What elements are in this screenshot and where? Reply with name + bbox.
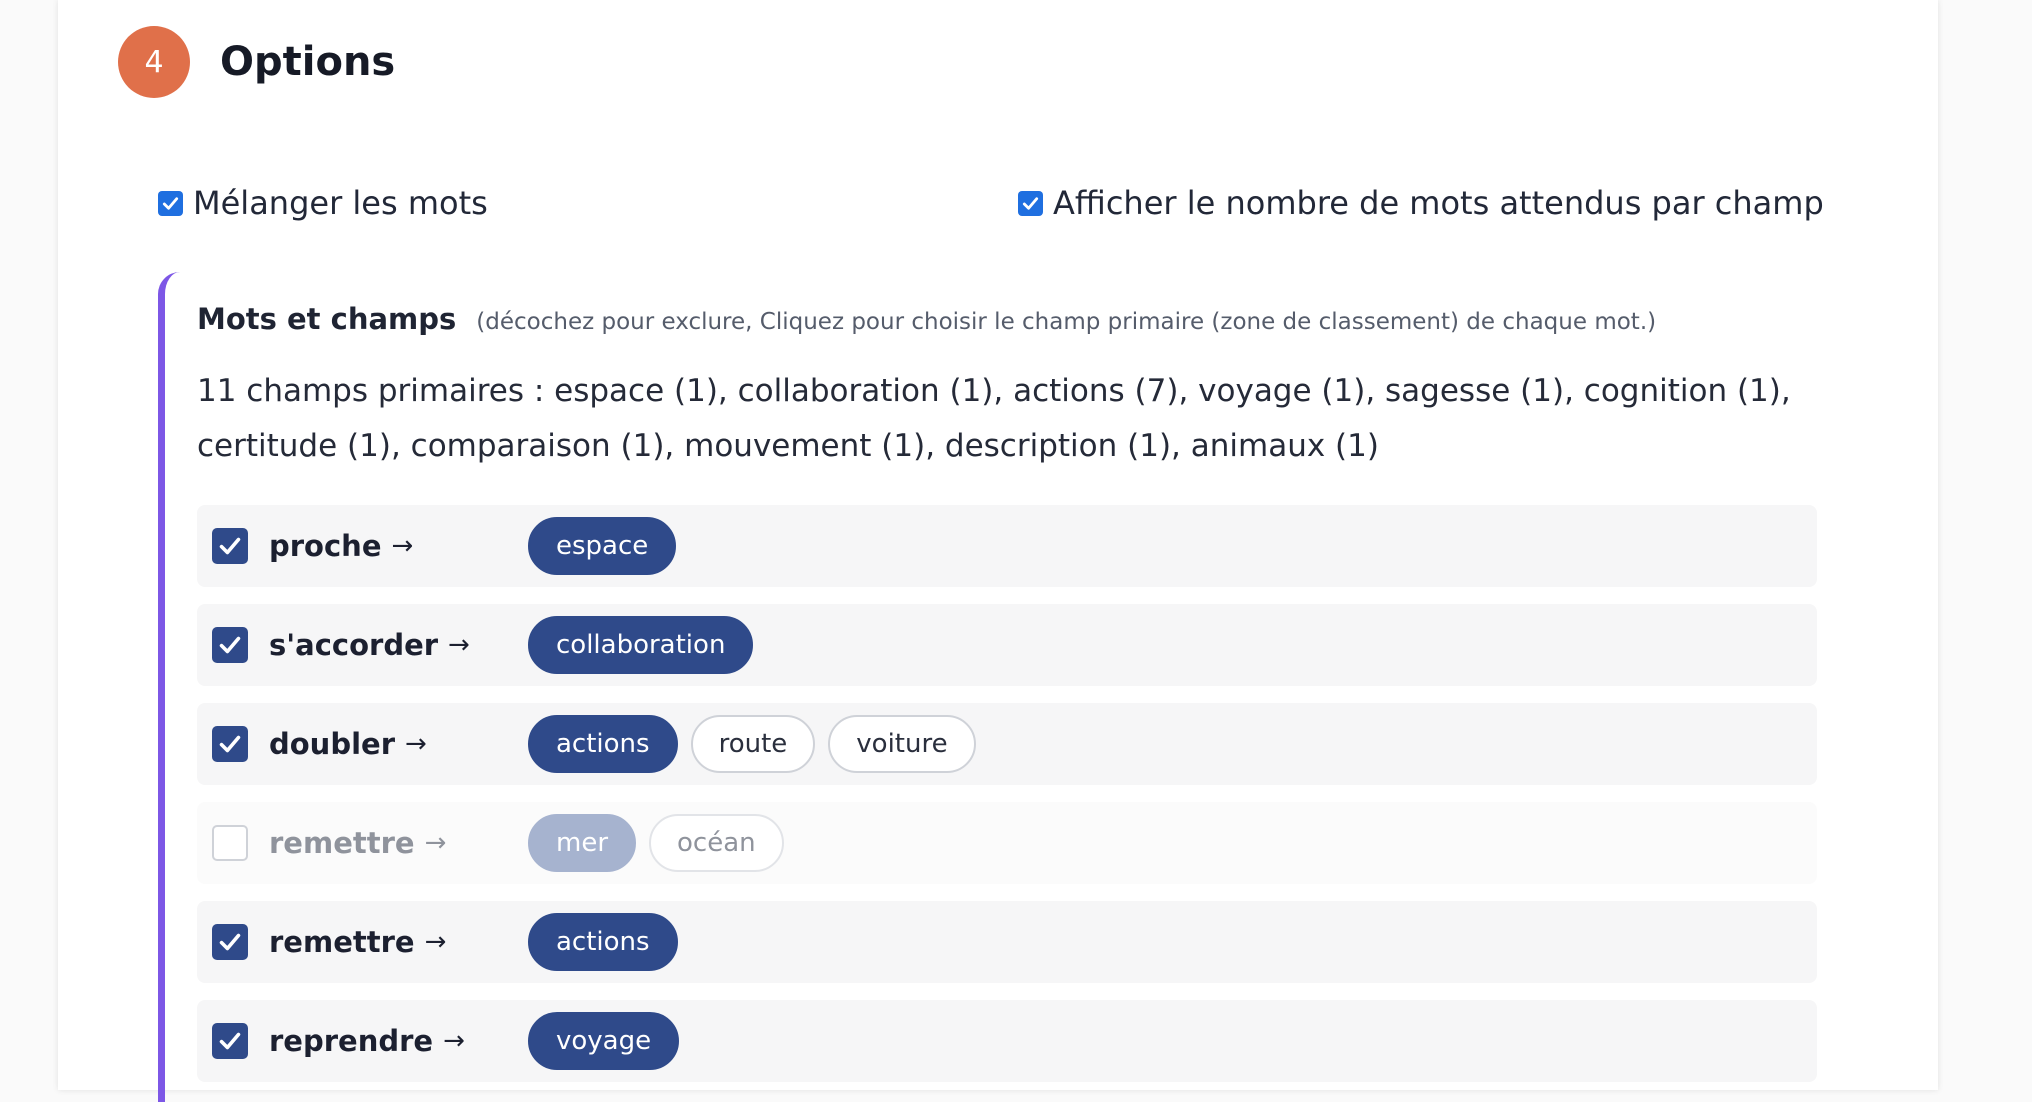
word-label: s'accorder → bbox=[269, 622, 470, 668]
words-and-fields-section: Mots et champs (décochez pour exclure, C… bbox=[158, 272, 1885, 1102]
shuffle-words-label: Mélanger les mots bbox=[193, 184, 488, 222]
field-chip-primary[interactable]: actions bbox=[528, 715, 678, 773]
arrow-right-icon: → bbox=[448, 630, 470, 660]
field-chips: actions bbox=[528, 913, 691, 971]
word-row: remettre → actions bbox=[197, 901, 1817, 983]
section-hint: (décochez pour exclure, Cliquez pour cho… bbox=[476, 309, 1657, 335]
word-text: proche bbox=[269, 529, 382, 563]
word-row: s'accorder → collaboration bbox=[197, 604, 1817, 686]
arrow-right-icon: → bbox=[424, 828, 447, 858]
arrow-right-icon: → bbox=[405, 729, 427, 759]
word-rows: proche → espace s'accorder → collaborati… bbox=[197, 505, 1817, 1099]
step-title: Options bbox=[220, 39, 396, 85]
step-number-badge: 4 bbox=[118, 26, 190, 98]
primary-fields-summary: 11 champs primaires : espace (1), collab… bbox=[197, 373, 1791, 464]
options-card: 4 Options Mélanger les mots Afficher le … bbox=[58, 0, 1938, 1102]
word-row: reprendre → voyage bbox=[197, 1000, 1817, 1082]
word-row-excluded: remettre → mer océan bbox=[197, 802, 1817, 884]
word-label: remettre → bbox=[269, 919, 446, 965]
field-chip-primary[interactable]: collaboration bbox=[528, 616, 754, 674]
word-row: doubler → actions route voiture bbox=[197, 703, 1817, 785]
field-chip-primary[interactable]: mer bbox=[528, 814, 637, 872]
word-include-checkbox[interactable] bbox=[212, 924, 248, 960]
field-chips: mer océan bbox=[528, 814, 797, 872]
word-include-checkbox[interactable] bbox=[212, 528, 248, 564]
check-icon bbox=[219, 537, 241, 555]
section-header: Mots et champs (décochez pour exclure, C… bbox=[197, 302, 1656, 336]
word-include-checkbox[interactable] bbox=[212, 627, 248, 663]
word-row: proche → espace bbox=[197, 505, 1817, 587]
field-chip-primary[interactable]: voyage bbox=[528, 1012, 680, 1070]
word-label: reprendre → bbox=[269, 1018, 465, 1064]
show-word-count-checkbox[interactable] bbox=[1018, 190, 1043, 216]
check-icon bbox=[219, 1032, 241, 1050]
check-icon bbox=[219, 933, 241, 951]
field-chips: actions route voiture bbox=[528, 715, 989, 773]
word-label: doubler → bbox=[269, 721, 427, 767]
arrow-right-icon: → bbox=[391, 531, 414, 561]
field-chips: collaboration bbox=[528, 616, 766, 674]
step-header: 4 Options bbox=[118, 26, 395, 98]
shuffle-words-option[interactable]: Mélanger les mots bbox=[158, 184, 488, 222]
arrow-right-icon: → bbox=[424, 927, 447, 957]
arrow-right-icon: → bbox=[443, 1026, 465, 1056]
field-chip[interactable]: voiture bbox=[828, 715, 976, 773]
word-text: remettre bbox=[269, 925, 415, 959]
show-word-count-option[interactable]: Afficher le nombre de mots attendus par … bbox=[1018, 184, 1824, 222]
field-chip-primary[interactable]: espace bbox=[528, 517, 677, 575]
check-icon bbox=[219, 735, 241, 753]
word-include-checkbox[interactable] bbox=[212, 1023, 248, 1059]
check-icon bbox=[1022, 196, 1039, 210]
field-chip-primary[interactable]: actions bbox=[528, 913, 678, 971]
word-text: remettre bbox=[269, 826, 415, 860]
check-icon bbox=[219, 636, 241, 654]
shuffle-words-checkbox[interactable] bbox=[158, 190, 183, 216]
word-include-checkbox[interactable] bbox=[212, 825, 248, 861]
field-chips: espace bbox=[528, 517, 689, 575]
word-text: reprendre bbox=[269, 1024, 434, 1058]
word-text: doubler bbox=[269, 727, 395, 761]
word-text: s'accorder bbox=[269, 628, 439, 662]
section-title: Mots et champs bbox=[197, 302, 457, 336]
word-label: proche → bbox=[269, 523, 413, 569]
field-chip[interactable]: océan bbox=[649, 814, 784, 872]
field-chip[interactable]: route bbox=[690, 715, 816, 773]
show-word-count-label: Afficher le nombre de mots attendus par … bbox=[1053, 184, 1824, 222]
check-icon bbox=[162, 196, 179, 210]
word-label: remettre → bbox=[269, 820, 446, 866]
field-chips: voyage bbox=[528, 1012, 692, 1070]
word-include-checkbox[interactable] bbox=[212, 726, 248, 762]
